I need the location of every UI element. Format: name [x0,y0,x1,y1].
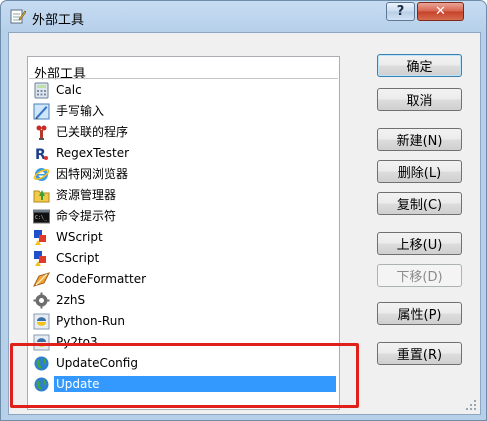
list-item-2zhs[interactable]: 2zhS [33,290,338,310]
list-item-label: 已关联的程序 [56,125,129,139]
list-item-python-run[interactable]: Python-Run [33,311,338,331]
list-item-label: RegexTester [56,146,130,160]
list-item-label: 命令提示符 [56,209,117,223]
move-down-button: 下移(D) [377,264,462,287]
script-icon [34,251,46,266]
list-item-command-prompt[interactable]: C:\_ 命令提示符 [33,206,338,226]
notepad-pencil-icon [10,9,26,24]
script-icon [34,230,46,245]
list-item-cscript[interactable]: CScript [33,248,338,268]
svg-text:C:\_: C:\_ [35,215,48,221]
close-button[interactable]: ✕ [417,2,464,21]
internet-explorer-icon [33,168,50,181]
python-icon [33,313,50,330]
gear-icon [33,292,50,309]
new-button[interactable]: 新建(N) [377,128,462,151]
associated-program-icon [36,125,47,140]
copy-button[interactable]: 复制(C) [377,192,462,215]
list-item-label: Calc [56,83,82,97]
list-item-label: 资源管理器 [56,188,117,202]
list-item-label: Python-Run [56,314,125,328]
list-item-internet-browser[interactable]: 因特网浏览器 [33,164,338,184]
list-item-label: WScript [56,230,103,244]
highlight-annotation-box [10,343,359,408]
properties-button[interactable]: 属性(P) [377,302,462,325]
list-item-wscript[interactable]: WScript [33,227,338,247]
regex-icon: R [35,147,48,162]
move-up-button[interactable]: 上移(U) [377,232,462,255]
list-item-calc[interactable]: Calc [33,80,338,100]
code-formatter-icon [33,272,50,287]
list-item-label: 手写输入 [56,104,105,118]
list-item-label: CodeFormatter [56,272,147,286]
list-item-explorer[interactable]: 资源管理器 [33,185,338,205]
list-item-regextester[interactable]: R RegexTester [33,143,338,163]
delete-button[interactable]: 删除(L) [377,160,462,183]
ok-button[interactable]: 确定 [377,54,462,77]
title-bar[interactable]: 外部工具 ? ✕ [1,1,486,33]
list-item-label: 2zhS [56,293,86,307]
handwriting-icon [33,103,50,120]
help-icon: ? [396,4,405,19]
resize-grip-icon[interactable] [465,399,477,411]
list-item-label: 因特网浏览器 [56,167,129,181]
cancel-button[interactable]: 取消 [377,88,462,111]
close-icon: ✕ [435,4,446,19]
list-header-divider [29,78,338,79]
list-item-codeformatter[interactable]: CodeFormatter [33,269,338,289]
command-prompt-icon: C:\_ [33,209,50,224]
list-item-associated-program[interactable]: 已关联的程序 [33,122,338,142]
window-title: 外部工具 [32,13,85,28]
svg-text:R: R [35,147,46,162]
calculator-icon [34,82,49,99]
list-item-label: CScript [56,251,100,265]
help-button[interactable]: ? [386,2,415,21]
explorer-icon [33,190,50,203]
list-item-handwriting[interactable]: 手写输入 [33,101,338,121]
reset-button[interactable]: 重置(R) [377,342,462,365]
